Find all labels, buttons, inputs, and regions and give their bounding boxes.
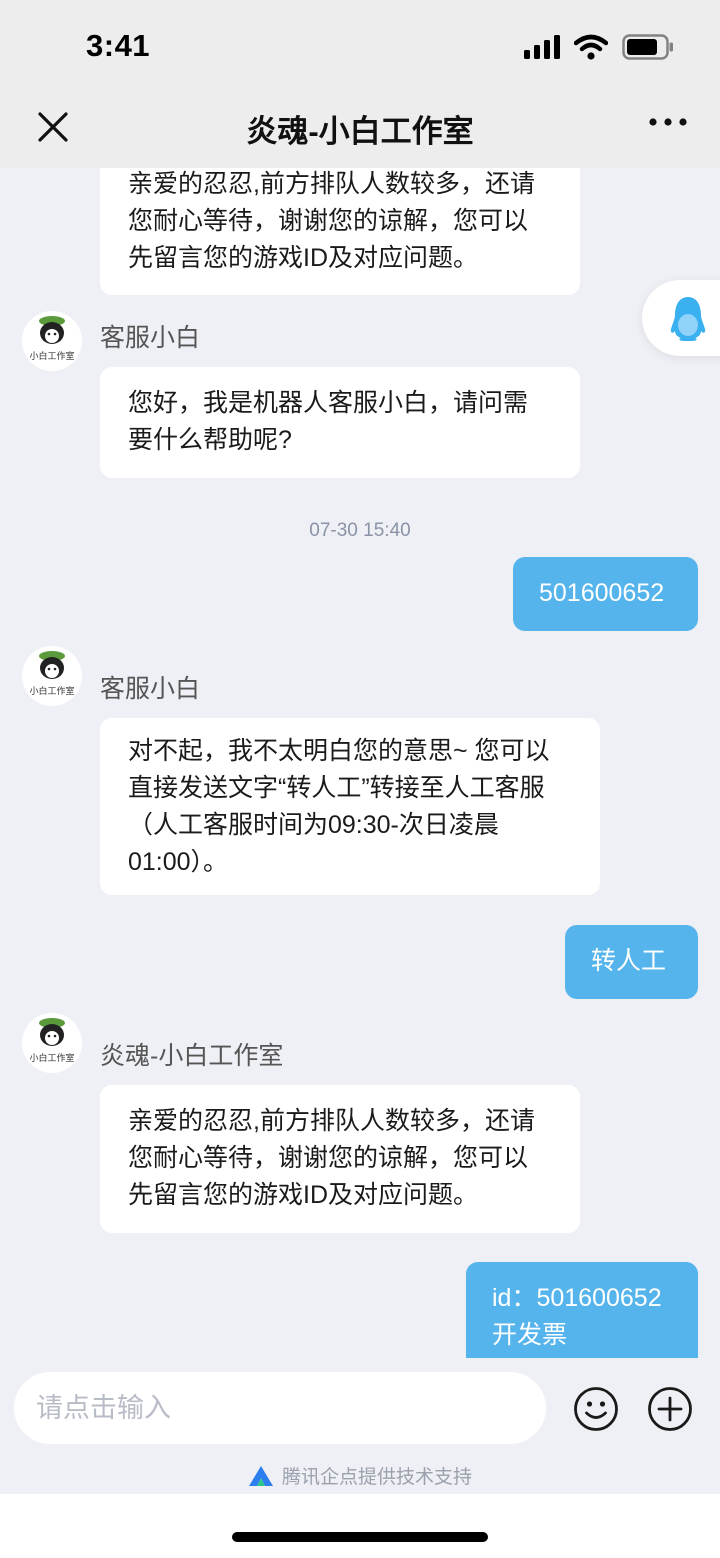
- outgoing-message: 转人工: [565, 925, 698, 999]
- home-area: [0, 1494, 720, 1558]
- more-icon[interactable]: [648, 116, 688, 128]
- message-line: 501600652: [539, 579, 665, 607]
- avatar-text: 小白工作室: [29, 687, 75, 697]
- message-line: 您好，我是机器人客服小白，请问需: [128, 389, 529, 417]
- outgoing-message: 501600652: [513, 557, 698, 631]
- avatar[interactable]: 小白工作室: [22, 646, 82, 706]
- message-line: 您耐心等待，谢谢您的谅解，您可以: [128, 207, 529, 235]
- page-title: 炎魂-小白工作室: [246, 114, 474, 149]
- message-line: 转人工: [591, 947, 667, 975]
- message-line: 对不起，我不太明白您的意思~ 您可以: [128, 737, 550, 765]
- avatar-text: 小白工作室: [29, 352, 75, 362]
- incoming-message: 您好，我是机器人客服小白，请问需 要什么帮助呢?: [100, 367, 580, 478]
- message-line: 先留言您的游戏ID及对应问题。: [128, 244, 479, 272]
- input-area: 腾讯企点提供技术支持: [0, 1358, 720, 1494]
- plus-icon[interactable]: [647, 1386, 693, 1432]
- message-line: 亲爱的忍忍,前方排队人数较多，还请: [128, 1107, 535, 1135]
- home-indicator[interactable]: [232, 1532, 488, 1542]
- incoming-message: 亲爱的忍忍,前方排队人数较多，还请 您耐心等待，谢谢您的谅解，您可以 先留言您的…: [100, 168, 580, 295]
- avatar[interactable]: 小白工作室: [22, 1013, 82, 1073]
- message-line: 开发票: [492, 1321, 568, 1349]
- message-line: 直接发送文字“转人工”转接至人工客服: [128, 774, 545, 802]
- signal-icon: [524, 35, 560, 59]
- message-line: 先留言您的游戏ID及对应问题。: [128, 1181, 479, 1209]
- incoming-message: 亲爱的忍忍,前方排队人数较多，还请 您耐心等待，谢谢您的谅解，您可以 先留言您的…: [100, 1085, 580, 1233]
- powered-by-text: 腾讯企点提供技术支持: [281, 1467, 472, 1488]
- qq-penguin-icon: [670, 297, 706, 341]
- status-time: 3:41: [86, 28, 151, 63]
- message-line: （人工客服时间为09:30-次日凌晨: [128, 811, 499, 839]
- chat-area[interactable]: 亲爱的忍忍,前方排队人数较多，还请 您耐心等待，谢谢您的谅解，您可以 先留言您的…: [0, 168, 720, 1358]
- qq-contact-button[interactable]: [642, 280, 720, 356]
- outgoing-message: id：501600652 开发票: [466, 1262, 698, 1358]
- message-input[interactable]: [14, 1372, 546, 1444]
- message-timestamp: 07-30 15:40: [309, 520, 411, 541]
- message-line: 亲爱的忍忍,前方排队人数较多，还请: [128, 170, 535, 198]
- message-line: 要什么帮助呢?: [128, 426, 292, 454]
- sender-name: 客服小白: [100, 324, 201, 352]
- avatar-text: 小白工作室: [29, 1054, 75, 1064]
- message-line: 您耐心等待，谢谢您的谅解，您可以: [128, 1144, 529, 1172]
- sender-name: 客服小白: [100, 675, 201, 703]
- avatar[interactable]: 小白工作室: [22, 311, 82, 371]
- status-bar: 3:41: [0, 0, 720, 92]
- powered-by: 腾讯企点提供技术支持: [0, 1462, 720, 1489]
- message-line: 01:00）。: [128, 848, 229, 876]
- emoji-icon[interactable]: [573, 1386, 619, 1432]
- qidian-logo-icon: [248, 1465, 273, 1486]
- incoming-message: 对不起，我不太明白您的意思~ 您可以 直接发送文字“转人工”转接至人工客服 （人…: [100, 718, 600, 895]
- wifi-icon: [574, 34, 608, 60]
- message-line: id：501600652: [492, 1284, 662, 1312]
- nav-bar: 炎魂-小白工作室: [0, 92, 720, 168]
- battery-icon: [622, 34, 673, 60]
- status-icons: [524, 34, 674, 60]
- sender-name: 炎魂-小白工作室: [100, 1042, 284, 1070]
